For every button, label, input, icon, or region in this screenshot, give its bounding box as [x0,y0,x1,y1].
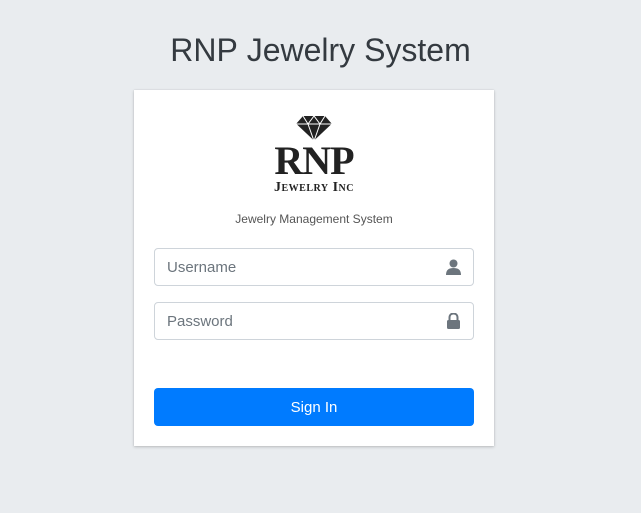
username-field-group [154,248,474,286]
logo-text-sub: Jewelry Inc [274,180,354,195]
password-input[interactable] [155,303,435,339]
username-input[interactable] [155,249,435,285]
login-card: RNP Jewelry Inc Jewelry Management Syste… [134,90,494,446]
lock-icon [447,313,460,329]
page-title-rest: Jewelry System [237,32,471,68]
logo-text-main: RNP [274,138,354,183]
password-field-group [154,302,474,340]
login-page: RNP Jewelry System RNP Jewelry Inc Jewel… [0,0,641,513]
company-logo: RNP Jewelry Inc [134,114,494,198]
page-title: RNP Jewelry System [0,30,641,70]
page-title-brand: RNP [170,32,238,68]
user-icon [446,259,461,275]
sign-in-button[interactable]: Sign In [154,388,474,426]
login-tagline: Jewelry Management System [235,212,393,226]
